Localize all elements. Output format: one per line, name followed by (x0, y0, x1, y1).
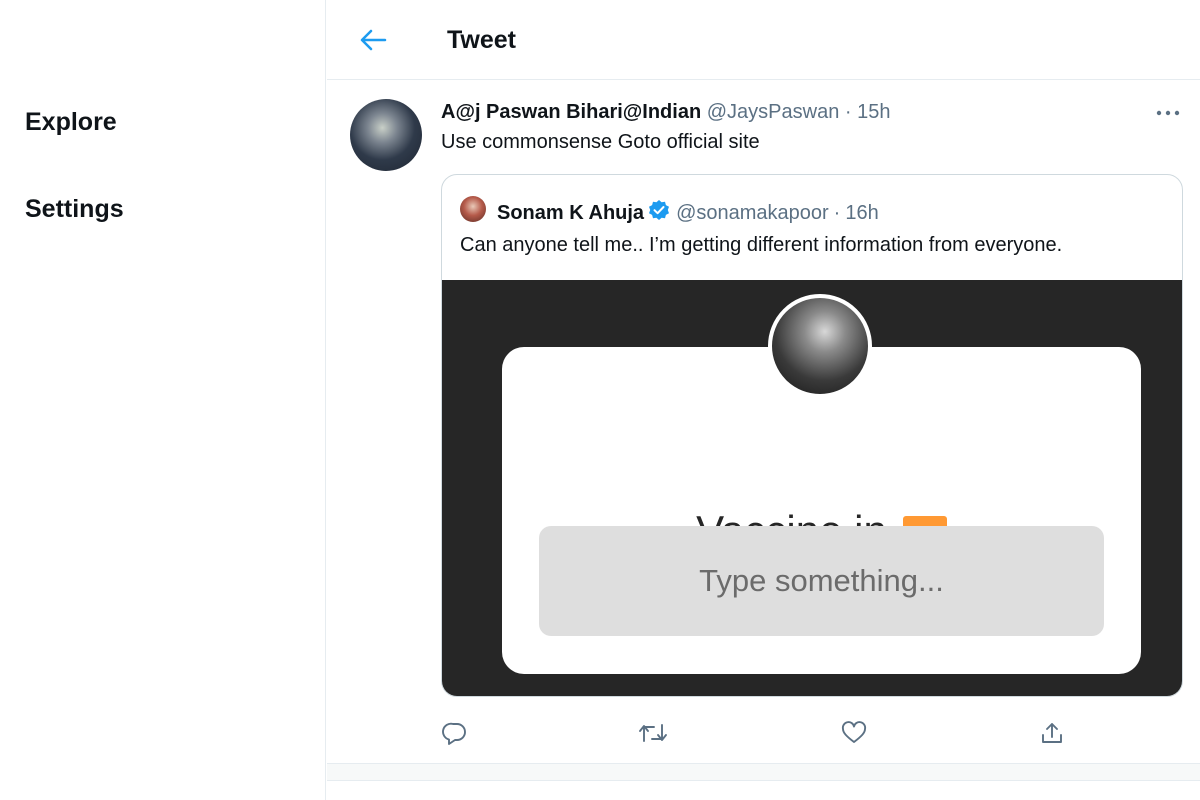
more-button[interactable] (1154, 101, 1182, 125)
page-header: Tweet (327, 0, 1200, 80)
tweet-time[interactable]: 15h (857, 101, 890, 123)
quoted-tweet[interactable]: Sonam K Ahuja @sonamakapoor · 16h Can an… (441, 174, 1183, 697)
more-horizontal-icon (1156, 110, 1180, 116)
sidebar-item-explore[interactable]: Explore (25, 108, 117, 137)
retweet-button[interactable] (637, 718, 669, 748)
back-button[interactable] (355, 22, 391, 58)
share-icon (1042, 723, 1062, 743)
section-divider (327, 763, 1200, 781)
page-title: Tweet (447, 26, 516, 54)
reply-icon (442, 722, 466, 745)
like-icon (841, 721, 867, 743)
share-button[interactable] (1036, 718, 1068, 748)
avatar[interactable] (350, 99, 422, 171)
quote-author-name: Sonam K Ahuja (497, 201, 645, 224)
story-input-box: Type something... (539, 526, 1104, 636)
tweet-text: Use commonsense Goto official site (441, 131, 760, 153)
sidebar-item-settings[interactable]: Settings (25, 195, 124, 224)
reply-button[interactable] (439, 718, 471, 748)
arrow-left-icon (360, 29, 387, 51)
main-column: Tweet A@j Paswan Bihari@Indian @JaysPasw… (327, 0, 1200, 800)
separator-dot: · (844, 101, 852, 123)
quote-header: Sonam K Ahuja @sonamakapoor · 16h (497, 199, 879, 227)
author-handle[interactable]: @JaysPaswan (707, 101, 840, 123)
tweet-actions (441, 718, 1183, 748)
page: Explore Settings Tweet A@j Paswan Bihari… (0, 0, 1200, 800)
story-avatar (768, 294, 872, 398)
verified-badge-icon (648, 199, 670, 227)
quote-media-image[interactable]: Vaccine in Type something... (442, 280, 1182, 696)
retweet-icon (639, 724, 667, 742)
separator-dot: · (833, 201, 841, 224)
quote-author-handle: @sonamakapoor (676, 201, 829, 224)
quote-avatar (460, 196, 486, 222)
sidebar: Explore Settings (0, 0, 326, 800)
like-button[interactable] (838, 718, 870, 748)
author-name[interactable]: A@j Paswan Bihari@Indian (441, 101, 701, 123)
tweet-header: A@j Paswan Bihari@Indian @JaysPaswan · 1… (441, 101, 890, 124)
tweet: A@j Paswan Bihari@Indian @JaysPaswan · 1… (327, 81, 1200, 763)
quote-text: Can anyone tell me.. I’m getting differe… (460, 234, 1063, 256)
quote-time: 16h (845, 201, 879, 224)
